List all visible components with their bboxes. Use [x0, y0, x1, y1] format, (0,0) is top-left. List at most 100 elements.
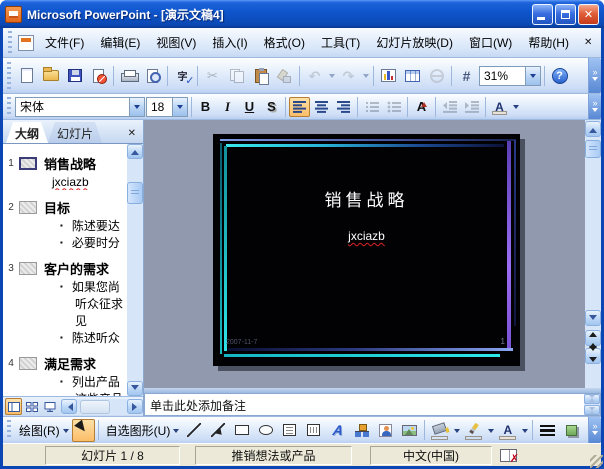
oval-button[interactable]	[254, 419, 277, 442]
open-button[interactable]	[39, 64, 62, 87]
menu-window[interactable]: 窗口(W)	[461, 29, 520, 56]
redo-dropdown[interactable]	[361, 64, 370, 87]
font-color-button[interactable]: A	[489, 97, 510, 117]
paste-button[interactable]	[249, 64, 272, 87]
outline-wrap-row[interactable]: 见	[3, 312, 127, 329]
tab-slides[interactable]: 幻灯片	[48, 122, 102, 143]
outline-title-row[interactable]: 3 客户的需求	[3, 258, 127, 278]
fill-color-dropdown[interactable]	[452, 419, 461, 442]
font-color-button[interactable]: A	[496, 419, 519, 442]
outline-sub-row[interactable]: jxciazb	[3, 173, 127, 190]
wordart-button[interactable]: A	[326, 419, 349, 442]
scrollbar-thumb[interactable]	[585, 140, 601, 158]
scroll-left-button[interactable]	[61, 399, 77, 414]
previous-slide-button[interactable]	[585, 330, 601, 346]
new-button[interactable]	[15, 64, 38, 87]
line-color-dropdown[interactable]	[486, 419, 495, 442]
text-shadow-button[interactable]: S	[261, 97, 282, 117]
text-box-button[interactable]	[278, 419, 301, 442]
line-button[interactable]	[182, 419, 205, 442]
scroll-down-button[interactable]	[127, 381, 143, 396]
help-button[interactable]: ?	[548, 64, 571, 87]
menu-view[interactable]: 视图(V)	[148, 29, 204, 56]
print-button[interactable]	[117, 64, 140, 87]
permission-button[interactable]	[87, 64, 110, 87]
insert-table-button[interactable]	[401, 64, 424, 87]
outline-bullet-row[interactable]: ▪ 如果您尚	[3, 278, 127, 295]
toolbar-options-button[interactable]: »	[588, 58, 601, 93]
outline-horizontal-scrollbar[interactable]	[61, 399, 143, 415]
font-color-dropdown[interactable]	[520, 419, 529, 442]
resize-grip[interactable]	[590, 455, 603, 468]
redo-button[interactable]: ↷	[337, 64, 360, 87]
tab-outline[interactable]: 大纲	[6, 122, 48, 143]
spelling-status-icon[interactable]: ✗	[500, 449, 517, 462]
undo-button[interactable]: ↶	[303, 64, 326, 87]
undo-dropdown[interactable]	[327, 64, 336, 87]
toolbar-options-button[interactable]: »	[588, 417, 601, 443]
slide-canvas[interactable]: 销售战略 jxciazb 2007-11-7 1	[213, 134, 520, 366]
cut-button[interactable]: ✂	[201, 64, 224, 87]
scroll-up-button[interactable]	[584, 394, 600, 404]
rectangle-button[interactable]	[230, 419, 253, 442]
scrollbar-thumb[interactable]	[127, 182, 143, 204]
toolbar-grip[interactable]	[8, 31, 12, 54]
menu-format[interactable]: 格式(O)	[256, 29, 313, 56]
insert-picture-button[interactable]	[398, 419, 421, 442]
panel-close-icon[interactable]: ✕	[128, 128, 141, 143]
menu-file[interactable]: 文件(F)	[37, 29, 92, 56]
autoshapes-menu-button[interactable]: 自选图形(U)	[102, 419, 182, 442]
outline-bullet-row[interactable]: ▪ 陈述听众	[3, 329, 127, 346]
hyperlink-button[interactable]	[425, 64, 448, 87]
vertical-text-box-button[interactable]	[302, 419, 325, 442]
bullet-list-button[interactable]	[383, 97, 404, 117]
menu-edit[interactable]: 编辑(E)	[92, 29, 148, 56]
toolbar-options-button[interactable]: »	[588, 94, 601, 119]
maximize-button[interactable]	[555, 4, 576, 25]
insert-chart-button[interactable]	[377, 64, 400, 87]
format-painter-button[interactable]	[273, 64, 296, 87]
clip-art-button[interactable]	[374, 419, 397, 442]
outline-title-row[interactable]: 4 满足需求	[3, 353, 127, 373]
italic-button[interactable]: I	[217, 97, 238, 117]
outline-scrollbar[interactable]	[127, 144, 143, 396]
slide-subtitle[interactable]: jxciazb	[213, 229, 520, 243]
notes-pane[interactable]: 单击此处添加备注	[144, 393, 601, 416]
menu-tools[interactable]: 工具(T)	[313, 29, 368, 56]
fill-color-button[interactable]	[428, 419, 451, 442]
line-style-button[interactable]	[536, 419, 559, 442]
scroll-up-button[interactable]	[127, 144, 143, 159]
language-indicator[interactable]: 中文(中国)	[370, 446, 492, 465]
arrow-button[interactable]	[206, 419, 229, 442]
font-color-dropdown[interactable]	[511, 95, 520, 118]
decrease-indent-button[interactable]	[439, 97, 460, 117]
next-slide-button[interactable]	[585, 348, 601, 364]
outline-title-row[interactable]: 1 销售战略	[3, 153, 127, 173]
align-left-button[interactable]	[289, 97, 310, 117]
outline-wrap-row[interactable]: 这些产品	[3, 390, 127, 396]
increase-indent-button[interactable]	[461, 97, 482, 117]
scroll-down-button[interactable]	[585, 310, 601, 326]
print-preview-button[interactable]	[141, 64, 164, 87]
save-button[interactable]	[63, 64, 86, 87]
toolbar-grip[interactable]	[7, 97, 11, 117]
scroll-up-button[interactable]	[585, 121, 601, 137]
slide-date[interactable]: 2007-11-7	[226, 339, 257, 346]
font-size-combo[interactable]: 18	[146, 97, 188, 117]
underline-button[interactable]: U	[239, 97, 260, 117]
close-document-icon[interactable]: ✕	[577, 37, 599, 48]
spelling-button[interactable]: 字✓	[171, 64, 194, 87]
slide-number[interactable]: 1	[501, 337, 505, 346]
chevron-down-icon[interactable]	[172, 98, 187, 116]
chevron-down-icon[interactable]	[129, 98, 144, 116]
slideshow-view-button[interactable]	[41, 398, 58, 415]
outline-title-row[interactable]: 2 目标	[3, 197, 127, 217]
outline-wrap-row[interactable]: 听众征求	[3, 295, 127, 312]
scroll-down-button[interactable]	[584, 405, 600, 415]
menu-insert[interactable]: 插入(I)	[204, 29, 255, 56]
minimize-button[interactable]	[532, 4, 553, 25]
scrollbar-thumb[interactable]	[80, 400, 110, 414]
draw-menu-button[interactable]: 绘图(R)	[15, 419, 71, 442]
copy-button[interactable]	[225, 64, 248, 87]
show-grid-button[interactable]: #	[455, 64, 478, 87]
